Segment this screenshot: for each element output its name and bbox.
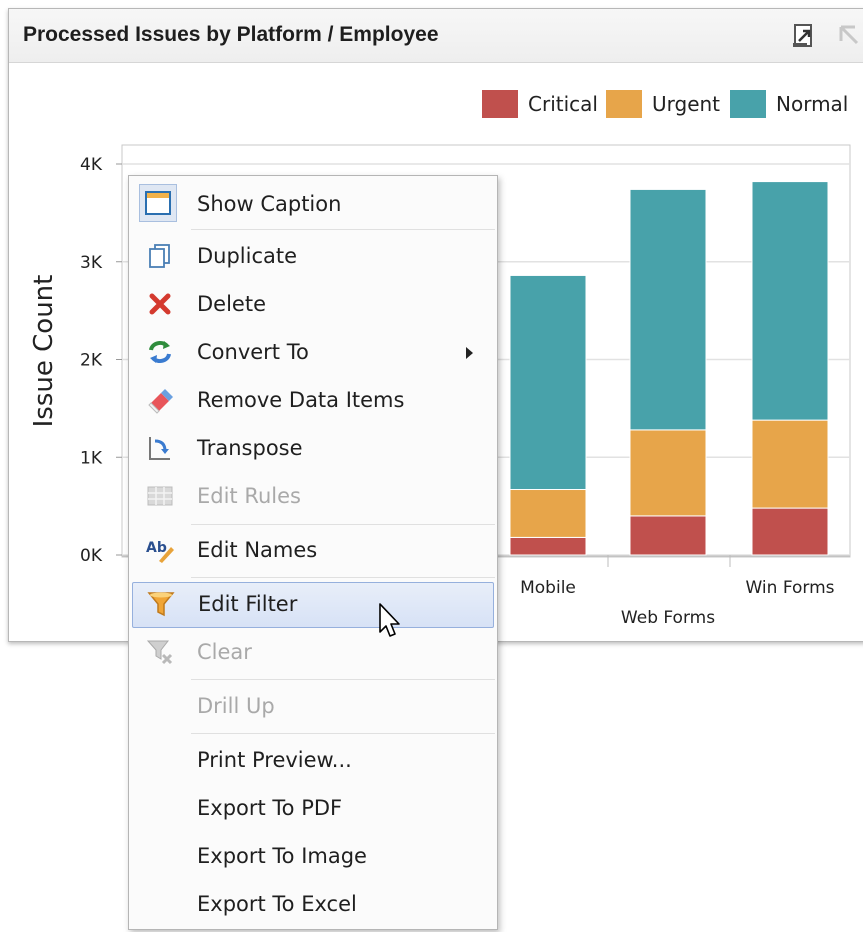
mouse-cursor-icon bbox=[379, 603, 400, 637]
bar-critical-win-forms[interactable] bbox=[751, 507, 829, 556]
menu-item-show-caption[interactable]: Show Caption bbox=[131, 182, 493, 226]
y-tick-label: 3K bbox=[80, 253, 103, 273]
menu-item-label: Edit Filter bbox=[198, 592, 298, 616]
menu-item-label: Edit Rules bbox=[197, 484, 301, 508]
filter-icon bbox=[146, 589, 176, 619]
context-menu: Show Caption Duplicate Delete Convert To Rem… bbox=[128, 175, 498, 930]
grid-icon bbox=[145, 481, 175, 511]
legend-swatch-urgent bbox=[606, 90, 642, 118]
menu-item-label: Export To Image bbox=[197, 844, 367, 868]
legend-label-normal: Normal bbox=[776, 92, 848, 116]
menu-item-label: Print Preview... bbox=[197, 748, 352, 772]
x-tick-label: Win Forms bbox=[745, 578, 834, 598]
y-axis-labels: 0K 1K 2K 3K 4K bbox=[80, 155, 103, 566]
edit-names-icon: Ab bbox=[145, 535, 175, 565]
chart-legend: Critical Urgent Normal bbox=[482, 90, 848, 118]
menu-item-delete[interactable]: Delete bbox=[131, 282, 493, 326]
menu-item-label: Export To Excel bbox=[197, 892, 357, 916]
menu-item-convert-to[interactable]: Convert To bbox=[131, 330, 493, 374]
submenu-arrow-icon bbox=[466, 347, 473, 359]
caption-icon bbox=[139, 184, 177, 222]
convert-icon bbox=[145, 337, 175, 367]
menu-separator bbox=[191, 229, 495, 230]
y-tick-label: 4K bbox=[80, 155, 103, 175]
menu-item-label: Edit Names bbox=[197, 538, 318, 562]
chart-bars bbox=[509, 181, 829, 556]
bar-normal-mobile[interactable] bbox=[509, 274, 587, 491]
menu-item-duplicate[interactable]: Duplicate bbox=[131, 234, 493, 278]
menu-item-label: Duplicate bbox=[197, 244, 298, 268]
menu-item-remove-data-items[interactable]: Remove Data Items bbox=[131, 378, 493, 422]
transpose-icon bbox=[145, 433, 175, 463]
eraser-icon bbox=[145, 385, 175, 415]
legend-swatch-normal bbox=[730, 90, 766, 118]
bar-critical-web-forms[interactable] bbox=[629, 515, 707, 556]
clear-filter-icon bbox=[145, 637, 175, 667]
bar-urgent-mobile[interactable] bbox=[509, 489, 587, 538]
delete-icon bbox=[145, 289, 175, 319]
menu-item-label: Remove Data Items bbox=[197, 388, 405, 412]
menu-item-label: Transpose bbox=[197, 436, 303, 460]
duplicate-icon bbox=[145, 241, 175, 271]
menu-item-print-preview[interactable]: Print Preview... bbox=[131, 738, 493, 782]
menu-item-label: Convert To bbox=[197, 340, 309, 364]
y-tick-label: 2K bbox=[80, 351, 103, 371]
bar-normal-win-forms[interactable] bbox=[751, 181, 829, 421]
bar-critical-mobile[interactable] bbox=[509, 536, 587, 556]
menu-separator bbox=[191, 733, 495, 734]
menu-item-export-to-image[interactable]: Export To Image bbox=[131, 834, 493, 878]
menu-item-transpose[interactable]: Transpose bbox=[131, 426, 493, 470]
menu-item-label: Delete bbox=[197, 292, 266, 316]
bar-urgent-web-forms[interactable] bbox=[629, 429, 707, 517]
menu-item-export-to-pdf[interactable]: Export To PDF bbox=[131, 786, 493, 830]
menu-item-edit-filter[interactable]: Edit Filter bbox=[132, 582, 494, 628]
legend-label-urgent: Urgent bbox=[652, 92, 720, 116]
bar-normal-web-forms[interactable] bbox=[629, 188, 707, 431]
menu-separator bbox=[191, 524, 495, 525]
menu-item-drill-up: Drill Up bbox=[131, 684, 493, 728]
x-tick-label: Mobile bbox=[520, 578, 576, 598]
svg-text:Ab: Ab bbox=[146, 540, 167, 556]
menu-separator bbox=[191, 577, 495, 578]
y-tick-label: 1K bbox=[80, 448, 103, 468]
menu-item-clear: Clear bbox=[131, 630, 493, 674]
y-tick-label: 0K bbox=[80, 546, 103, 566]
menu-item-label: Export To PDF bbox=[197, 796, 343, 820]
menu-item-label: Drill Up bbox=[197, 694, 275, 718]
legend-swatch-critical bbox=[482, 90, 518, 118]
menu-item-label: Clear bbox=[197, 640, 252, 664]
menu-item-edit-names[interactable]: Ab Edit Names bbox=[131, 528, 493, 572]
menu-item-export-to-excel[interactable]: Export To Excel bbox=[131, 882, 493, 926]
y-axis-title: Issue Count bbox=[29, 275, 59, 428]
legend-label-critical: Critical bbox=[528, 92, 598, 116]
menu-separator bbox=[191, 679, 495, 680]
bar-urgent-win-forms[interactable] bbox=[751, 419, 829, 509]
x-tick-label: Web Forms bbox=[621, 608, 715, 628]
menu-item-label: Show Caption bbox=[197, 192, 342, 216]
menu-item-edit-rules: Edit Rules bbox=[131, 474, 493, 518]
